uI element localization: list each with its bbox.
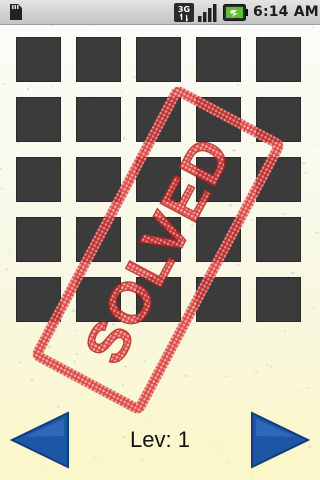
grid-cell[interactable]	[256, 97, 301, 142]
sd-card-icon	[10, 4, 22, 20]
level-indicator: Lev: 1	[130, 427, 190, 452]
grid-cell[interactable]	[76, 37, 121, 82]
grid-cell[interactable]	[16, 37, 61, 82]
puzzle-grid	[16, 37, 301, 322]
game-area: SOLVED Lev: 1	[0, 25, 320, 480]
grid-cell[interactable]	[196, 217, 241, 262]
svg-text:3G: 3G	[178, 5, 190, 14]
grid-cell[interactable]	[136, 277, 181, 322]
game-screen: 3G 6:14 AM SOLVED Lev: 1	[0, 0, 320, 480]
grid-cell[interactable]	[256, 157, 301, 202]
grid-cell[interactable]	[16, 157, 61, 202]
grid-cell[interactable]	[136, 157, 181, 202]
grid-cell[interactable]	[136, 97, 181, 142]
signal-strength-icon	[198, 4, 217, 22]
grid-cell[interactable]	[16, 277, 61, 322]
grid-cell[interactable]	[76, 97, 121, 142]
grid-cell[interactable]	[256, 277, 301, 322]
grid-cell[interactable]	[136, 37, 181, 82]
status-bar: 3G 6:14 AM	[0, 0, 320, 25]
grid-cell[interactable]	[136, 217, 181, 262]
grid-cell[interactable]	[76, 157, 121, 202]
network-3g-icon: 3G	[174, 3, 194, 22]
grid-cell[interactable]	[76, 217, 121, 262]
grid-cell[interactable]	[196, 277, 241, 322]
grid-cell[interactable]	[16, 217, 61, 262]
grid-cell[interactable]	[196, 97, 241, 142]
status-clock: 6:14 AM	[253, 4, 319, 20]
grid-cell[interactable]	[256, 217, 301, 262]
right-arrow-icon[interactable]	[250, 410, 310, 470]
grid-cell[interactable]	[256, 37, 301, 82]
battery-icon	[223, 4, 248, 21]
grid-cell[interactable]	[76, 277, 121, 322]
left-arrow-icon[interactable]	[10, 410, 70, 470]
grid-cell[interactable]	[196, 157, 241, 202]
grid-cell[interactable]	[196, 37, 241, 82]
grid-cell[interactable]	[16, 97, 61, 142]
